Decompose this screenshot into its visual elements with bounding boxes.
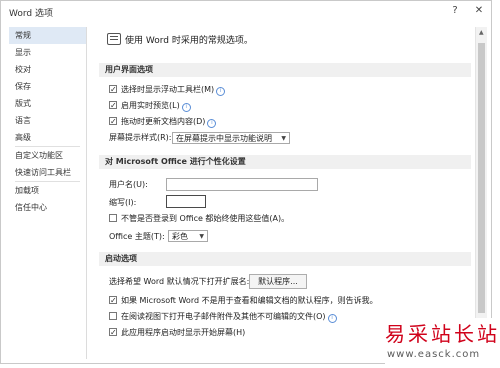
initials-label: 缩写(I): [109,198,137,207]
office-theme-label: Office 主题(T): [109,232,165,241]
default-programs-button[interactable]: 默认程序... [249,274,307,289]
title-bar: Word 选项 ? ✕ [1,1,491,23]
general-options-panel: 使用 Word 时采用的常规选项。 用户界面选项 选择时显示浮动工具栏(M)i … [95,27,475,361]
intro-text: 使用 Word 时采用的常规选项。 [125,36,253,46]
option-always-use-values-label: 不管是否登录到 Office 都始终使用这些值(A)。 [121,214,290,223]
option-mini-toolbar[interactable]: 选择时显示浮动工具栏(M)i [109,83,226,97]
option-mini-toolbar-label: 选择时显示浮动工具栏(M) [121,85,215,94]
option-reading-view-label: 在阅读视图下打开电子邮件附件及其他不可编辑的文件(O) [121,312,326,321]
section-header-personalize: 对 Microsoft Office 进行个性化设置 [99,155,471,169]
option-reading-view[interactable]: 在阅读视图下打开电子邮件附件及其他不可编辑的文件(O) i [109,310,337,324]
option-update-on-drag-label: 拖动时更新文档内容(D) [121,117,206,126]
option-tell-me-default-label: 如果 Microsoft Word 不是用于查看和编辑文档的默认程序，则告诉我。 [121,296,378,305]
sidebar-item-quick-access-toolbar[interactable]: 快速访问工具栏 [9,164,86,181]
sidebar-item-add-ins[interactable]: 加载项 [9,182,86,199]
info-icon: i [207,119,217,128]
sidebar-item-proofing[interactable]: 校对 [9,61,86,78]
checkbox-always-use-values[interactable] [109,214,117,222]
option-tell-me-default[interactable]: 如果 Microsoft Word 不是用于查看和编辑文档的默认程序，则告诉我。 [109,294,378,308]
sidebar-item-layout[interactable]: 版式 [9,95,86,112]
initials-input[interactable] [166,195,206,208]
site-watermark: 易采站长站 www.easck.com [385,318,500,368]
option-start-screen-label: 此应用程序启动时显示开始屏幕(H) [121,328,246,337]
option-live-preview[interactable]: 启用实时预览(L)i [109,99,191,113]
option-always-use-values[interactable]: 不管是否登录到 Office 都始终使用这些值(A)。 [109,212,289,226]
help-button[interactable]: ? [447,4,463,18]
section-header-ui-options: 用户界面选项 [99,63,471,77]
info-icon: i [327,314,337,323]
info-icon: i [216,87,226,96]
scroll-up-icon[interactable]: ▲ [479,29,484,36]
checkbox-start-screen[interactable] [109,326,117,340]
sidebar-item-save[interactable]: 保存 [9,78,86,95]
sidebar-item-advanced[interactable]: 高级 [9,129,86,146]
section-header-startup: 启动选项 [99,252,471,266]
checkbox-reading-view[interactable] [109,312,117,320]
username-label: 用户名(U): [109,180,148,189]
sidebar-item-display[interactable]: 显示 [9,44,86,61]
screentip-style-select[interactable]: 在屏幕提示中显示功能说明 ▼ [172,132,290,144]
option-update-on-drag[interactable]: 拖动时更新文档内容(D)i [109,115,217,129]
options-sidebar: 常规 显示 校对 保存 版式 语言 高级 自定义功能区 快速访问工具栏 加载项 … [9,27,87,359]
dialog-title: Word 选项 [9,9,53,19]
watermark-url: www.easck.com [387,349,481,360]
intro-line: 使用 Word 时采用的常规选项。 [107,33,253,47]
scrollbar-thumb[interactable] [478,43,485,313]
screentip-style-value: 在屏幕提示中显示功能说明 [176,134,272,143]
chevron-down-icon: ▼ [199,233,204,240]
checkbox-live-preview[interactable] [109,99,117,113]
vertical-scrollbar[interactable]: ▲ ▼ [475,27,487,361]
sidebar-item-trust-center[interactable]: 信任中心 [9,199,86,216]
checkbox-tell-me-default[interactable] [109,294,117,308]
sidebar-item-general[interactable]: 常规 [9,27,86,44]
checkbox-update-on-drag[interactable] [109,115,117,129]
watermark-logo-text: 易采站长站 [385,322,500,346]
screentip-style-label: 屏幕提示样式(R): [109,133,172,142]
sidebar-item-customize-ribbon[interactable]: 自定义功能区 [9,147,86,164]
checkbox-mini-toolbar[interactable] [109,83,117,97]
office-theme-value: 彩色 [172,232,188,241]
default-extensions-label: 选择希望 Word 默认情况下打开扩展名: [109,277,250,286]
username-input[interactable] [166,178,318,191]
general-settings-icon [107,33,121,45]
chevron-down-icon: ▼ [281,135,286,142]
word-options-dialog: Word 选项 ? ✕ 常规 显示 校对 保存 版式 语言 高级 自定义功能区 … [0,0,492,364]
option-start-screen[interactable]: 此应用程序启动时显示开始屏幕(H) [109,326,245,340]
info-icon: i [181,103,191,112]
office-theme-select[interactable]: 彩色 ▼ [168,230,208,242]
sidebar-item-language[interactable]: 语言 [9,112,86,129]
close-button[interactable]: ✕ [471,4,487,18]
option-live-preview-label: 启用实时预览(L) [121,101,180,110]
